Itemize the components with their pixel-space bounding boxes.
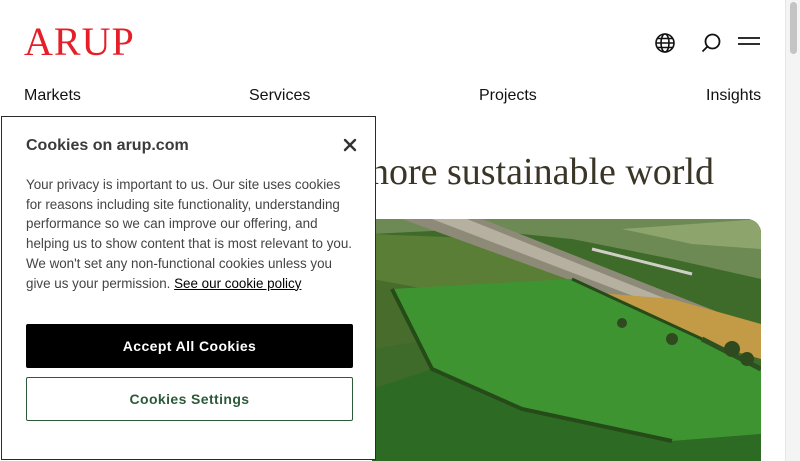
globe-icon[interactable] [653,31,677,55]
nav-item-markets[interactable]: Markets [24,86,81,106]
nav-item-insights[interactable]: Insights [706,86,761,106]
scrollbar-thumb[interactable] [790,2,797,54]
main-nav: Markets Services Projects Insights [0,86,785,106]
cookie-banner-text: Your privacy is important to us. Our sit… [26,175,356,293]
cookies-settings-button[interactable]: Cookies Settings [26,377,353,421]
cookie-banner: Cookies on arup.com Your privacy is impo… [1,116,376,460]
page-scrollbar[interactable] [785,0,800,461]
nav-item-projects[interactable]: Projects [479,86,537,106]
accept-all-cookies-button[interactable]: Accept All Cookies [26,324,353,368]
close-icon[interactable] [342,137,358,153]
site-header: ARUP [0,0,785,86]
cookie-policy-link[interactable]: See our cookie policy [174,276,301,291]
arup-logo[interactable]: ARUP [24,22,135,62]
cookie-privacy-text: Your privacy is important to us. Our sit… [26,177,353,291]
nav-item-services[interactable]: Services [249,86,310,106]
cookie-banner-title: Cookies on arup.com [26,137,189,154]
menu-icon[interactable] [737,31,761,55]
hero-image [372,219,761,461]
hero-headline: nore sustainable world [370,151,715,193]
search-icon[interactable] [699,31,723,55]
